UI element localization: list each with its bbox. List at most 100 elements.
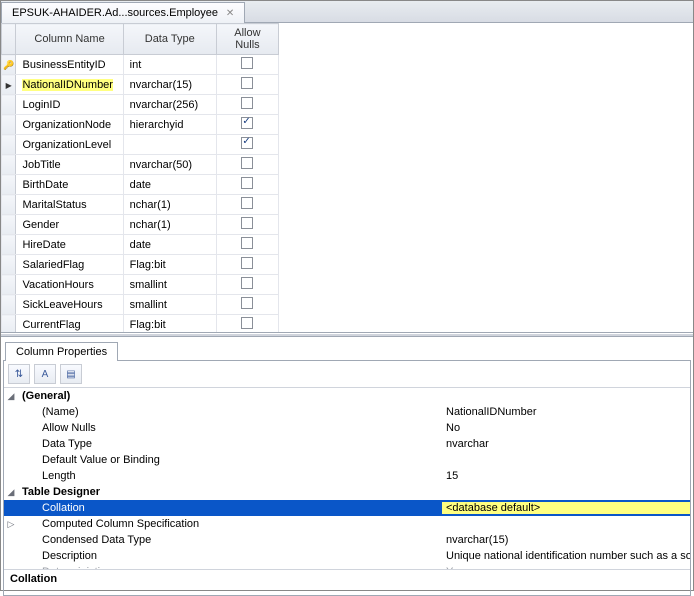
allow-nulls-checkbox[interactable]: [241, 57, 253, 69]
column-datatype[interactable]: smallint: [123, 275, 216, 295]
column-name[interactable]: CurrentFlag: [22, 319, 80, 331]
allow-nulls-checkbox[interactable]: [241, 77, 253, 89]
property-value[interactable]: <database default>: [442, 502, 690, 514]
colhdr-name[interactable]: Column Name: [16, 24, 123, 55]
table-row[interactable]: LoginID nvarchar(256): [2, 95, 279, 115]
sort-alpha-button[interactable]: A: [34, 364, 56, 384]
column-name[interactable]: MaritalStatus: [22, 199, 86, 211]
sort-categorized-button[interactable]: ⇅: [8, 364, 30, 384]
property-row[interactable]: ▷Computed Column Specification: [4, 516, 690, 532]
table-row[interactable]: Gender nchar(1): [2, 215, 279, 235]
expand-icon[interactable]: ◢: [4, 487, 18, 498]
allow-nulls-checkbox[interactable]: [241, 297, 253, 309]
table-row[interactable]: HireDate date: [2, 235, 279, 255]
column-datatype[interactable]: [123, 135, 216, 155]
column-datatype[interactable]: nvarchar(256): [123, 95, 216, 115]
column-name[interactable]: OrganizationLevel: [22, 139, 111, 151]
column-name[interactable]: OrganizationNode: [22, 119, 111, 131]
property-grid[interactable]: ◢(General)(Name)NationalIDNumberAllow Nu…: [4, 388, 690, 569]
table-row[interactable]: OrganizationLevel: [2, 135, 279, 155]
property-value[interactable]: Unique national identification number su…: [442, 550, 690, 562]
table-row[interactable]: MaritalStatus nchar(1): [2, 195, 279, 215]
property-pages-button[interactable]: ▤: [60, 364, 82, 384]
rowheader-col: [2, 24, 16, 55]
allow-nulls-checkbox[interactable]: [241, 257, 253, 269]
property-toolbar: ⇅ A ▤: [4, 361, 690, 388]
column-datatype[interactable]: Flag:bit: [123, 315, 216, 334]
property-value[interactable]: nvarchar: [442, 438, 690, 450]
property-name: Default Value or Binding: [18, 454, 442, 466]
column-grid[interactable]: Column Name Data Type Allow Nulls 🔑 Busin…: [1, 23, 693, 333]
column-datatype[interactable]: nvarchar(50): [123, 155, 216, 175]
column-name[interactable]: SalariedFlag: [22, 259, 84, 271]
allow-nulls-checkbox[interactable]: [241, 157, 253, 169]
property-pane: ⇅ A ▤ ◢(General)(Name)NationalIDNumberAl…: [3, 360, 691, 596]
primary-key-icon: 🔑: [3, 60, 14, 70]
table-row[interactable]: CurrentFlag Flag:bit: [2, 315, 279, 334]
column-name[interactable]: SickLeaveHours: [22, 299, 102, 311]
property-row[interactable]: DescriptionUnique national identificatio…: [4, 548, 690, 564]
column-datatype[interactable]: date: [123, 175, 216, 195]
column-name[interactable]: Gender: [22, 219, 59, 231]
column-datatype[interactable]: nvarchar(15): [123, 75, 216, 95]
expand-icon[interactable]: ▷: [4, 519, 18, 530]
property-value[interactable]: NationalIDNumber: [442, 406, 690, 418]
allow-nulls-checkbox[interactable]: [241, 97, 253, 109]
column-name[interactable]: JobTitle: [22, 159, 60, 171]
column-datatype[interactable]: nchar(1): [123, 195, 216, 215]
property-row[interactable]: Condensed Data Typenvarchar(15): [4, 532, 690, 548]
property-row[interactable]: Allow NullsNo: [4, 420, 690, 436]
allow-nulls-checkbox[interactable]: [241, 117, 253, 129]
property-name: Table Designer: [18, 486, 442, 498]
property-name: Length: [18, 470, 442, 482]
property-row[interactable]: Collation<database default>: [4, 500, 690, 516]
property-value[interactable]: 15: [442, 470, 690, 482]
table-row[interactable]: SalariedFlag Flag:bit: [2, 255, 279, 275]
property-name: Collation: [18, 502, 442, 514]
column-datatype[interactable]: nchar(1): [123, 215, 216, 235]
property-description: Collation: [4, 569, 690, 595]
expand-icon[interactable]: ◢: [4, 391, 18, 402]
table-row[interactable]: SickLeaveHours smallint: [2, 295, 279, 315]
table-row[interactable]: JobTitle nvarchar(50): [2, 155, 279, 175]
property-row[interactable]: Default Value or Binding: [4, 452, 690, 468]
column-datatype[interactable]: date: [123, 235, 216, 255]
allow-nulls-checkbox[interactable]: [241, 197, 253, 209]
tab-column-properties[interactable]: Column Properties: [5, 342, 118, 361]
colhdr-dtype[interactable]: Data Type: [123, 24, 216, 55]
property-row[interactable]: ◢Table Designer: [4, 484, 690, 500]
colhdr-nulls[interactable]: Allow Nulls: [216, 24, 278, 55]
allow-nulls-checkbox[interactable]: [241, 237, 253, 249]
table-row[interactable]: 🔑 BusinessEntityID int: [2, 55, 279, 75]
allow-nulls-checkbox[interactable]: [241, 317, 253, 329]
property-value[interactable]: nvarchar(15): [442, 534, 690, 546]
table-row[interactable]: BirthDate date: [2, 175, 279, 195]
property-row[interactable]: (Name)NationalIDNumber: [4, 404, 690, 420]
column-datatype[interactable]: smallint: [123, 295, 216, 315]
allow-nulls-checkbox[interactable]: [241, 277, 253, 289]
table-row[interactable]: VacationHours smallint: [2, 275, 279, 295]
table-row[interactable]: OrganizationNode hierarchyid: [2, 115, 279, 135]
allow-nulls-checkbox[interactable]: [241, 177, 253, 189]
allow-nulls-checkbox[interactable]: [241, 217, 253, 229]
document-tab[interactable]: EPSUK-AHAIDER.Ad...sources.Employee ✕: [1, 2, 245, 23]
column-name[interactable]: VacationHours: [22, 279, 93, 291]
column-name[interactable]: BirthDate: [22, 179, 68, 191]
property-value[interactable]: No: [442, 422, 690, 434]
column-name[interactable]: LoginID: [22, 99, 60, 111]
property-row[interactable]: Data Typenvarchar: [4, 436, 690, 452]
property-tab-bar: Column Properties: [1, 337, 693, 360]
allow-nulls-checkbox[interactable]: [241, 137, 253, 149]
column-datatype[interactable]: int: [123, 55, 216, 75]
column-datatype[interactable]: hierarchyid: [123, 115, 216, 135]
column-name[interactable]: HireDate: [22, 239, 65, 251]
close-icon[interactable]: ✕: [224, 7, 236, 19]
property-row[interactable]: Length15: [4, 468, 690, 484]
column-name[interactable]: NationalIDNumber: [22, 79, 112, 91]
table-row[interactable]: NationalIDNumber nvarchar(15): [2, 75, 279, 95]
column-datatype[interactable]: Flag:bit: [123, 255, 216, 275]
document-tab-bar: EPSUK-AHAIDER.Ad...sources.Employee ✕: [1, 1, 693, 23]
property-row[interactable]: ◢(General): [4, 388, 690, 404]
property-name: (General): [18, 390, 442, 402]
column-name[interactable]: BusinessEntityID: [22, 59, 105, 71]
